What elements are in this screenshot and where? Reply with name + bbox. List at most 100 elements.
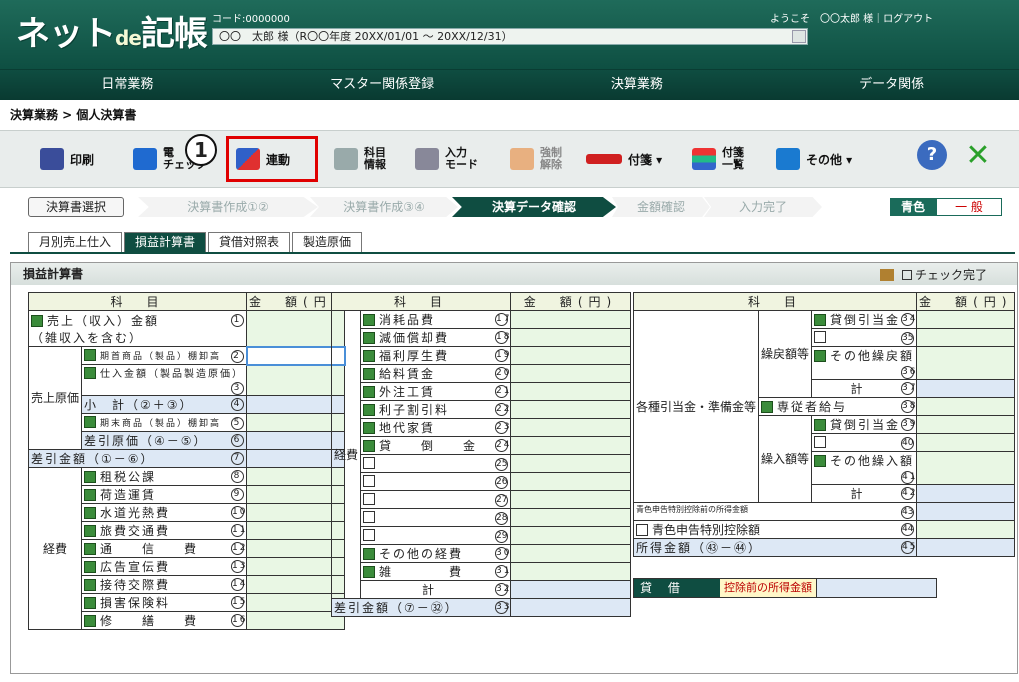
chevron-down-icon[interactable] [792,30,806,43]
input-19[interactable] [510,346,631,365]
input-44[interactable] [916,520,1016,539]
custom-checkbox[interactable] [363,457,376,469]
close-button[interactable]: ✕ [960,140,996,172]
note-icon[interactable] [84,615,97,627]
input-31[interactable] [510,562,631,581]
custom-checkbox[interactable] [814,331,827,343]
input-17[interactable] [510,310,631,329]
note-icon[interactable] [363,440,376,452]
custom-checkbox[interactable] [363,511,376,523]
input-18[interactable] [510,328,631,347]
input-34[interactable] [916,310,1016,329]
note-icon[interactable] [84,416,97,428]
input-37[interactable] [916,379,1016,398]
input-42[interactable] [916,484,1016,503]
check-complete[interactable]: チェック完了 [880,266,987,283]
step-complete[interactable]: 入力完了 [704,197,822,217]
help-button[interactable]: ? [917,140,947,170]
other-button[interactable]: その他 ▾ [776,141,852,177]
fiscal-year-select[interactable]: 〇〇 太郎 様（R〇〇年度 20XX/01/01 ～ 20XX/12/31） [212,28,808,45]
input-35[interactable] [916,328,1016,347]
row-10-num: 10 [231,506,248,519]
row-34-label: 貸倒引当金 [830,313,901,327]
input-23[interactable] [510,418,631,437]
input-41[interactable] [916,451,1016,485]
step-data-check[interactable]: 決算データ確認 [452,197,616,217]
note-icon[interactable] [84,525,97,537]
input-36[interactable] [916,346,1016,380]
custom-checkbox[interactable] [363,493,376,505]
note-icon[interactable] [363,314,376,326]
select-statement-button[interactable]: 決算書選択 [28,197,124,217]
force-release-button[interactable]: 強制 解除 [510,141,562,177]
note-icon[interactable] [814,350,827,362]
menu-settlement[interactable]: 決算業務 [510,70,765,100]
note-icon[interactable] [363,404,376,416]
note-icon[interactable] [761,401,774,413]
note-icon[interactable] [84,367,97,379]
row-30-label: その他の経費 [379,547,464,561]
tab-monthly[interactable]: 月別売上仕入 [28,232,123,252]
note-icon[interactable] [814,314,827,326]
note-icon[interactable] [84,349,97,361]
custom-checkbox[interactable] [363,475,376,487]
note-icon[interactable] [363,386,376,398]
check-complete-checkbox[interactable] [902,270,912,280]
input-28[interactable] [510,508,631,527]
note-icon[interactable] [84,543,97,555]
input-21[interactable] [510,382,631,401]
step-create-12[interactable]: 決算書作成①② [138,197,318,217]
step-create-34[interactable]: 決算書作成③④ [310,197,458,217]
input-27[interactable] [510,490,631,509]
fusen-button[interactable]: 付箋 ▾ [586,141,662,177]
input-32[interactable] [510,580,631,599]
note-icon[interactable] [363,350,376,362]
fusen-list-button[interactable]: 付箋 一覧 [692,141,744,177]
note-icon[interactable] [84,561,97,573]
custom-checkbox[interactable] [636,524,648,536]
tab-cost[interactable]: 製造原価 [292,232,363,252]
note-icon[interactable] [84,597,97,609]
note-icon[interactable] [363,548,376,560]
row-43: 青色申告特別控除前の所得金額 43 [632,502,918,521]
input-38[interactable] [916,397,1016,416]
input-30[interactable] [510,544,631,563]
custom-checkbox[interactable] [814,436,827,448]
input-39[interactable] [916,415,1016,434]
step-amount-check[interactable]: 金額確認 [612,197,710,217]
note-icon[interactable] [31,314,43,327]
input-29[interactable] [510,526,631,545]
input-45[interactable] [916,538,1016,557]
welcome-logout[interactable]: ようこそ 〇〇太郎 様｜ログアウト [770,10,933,25]
input-33[interactable] [510,598,631,617]
note-icon[interactable] [363,566,376,578]
note-icon[interactable] [363,332,376,344]
note-icon[interactable] [814,455,827,467]
input-26[interactable] [510,472,631,491]
note-icon[interactable] [363,422,376,434]
input-22[interactable] [510,400,631,419]
tab-pl[interactable]: 損益計算書 [124,232,207,252]
kasi-input[interactable] [816,579,936,597]
tab-bs[interactable]: 貸借対照表 [208,232,291,252]
note-icon[interactable] [84,489,97,501]
print-button[interactable]: 印刷 [40,141,94,177]
menu-master[interactable]: マスター関係登録 [255,70,510,100]
kamoku-info-button[interactable]: 科目 情報 [334,141,386,177]
input-24[interactable] [510,436,631,455]
input-mode-button[interactable]: 入力 モード [415,141,478,177]
custom-checkbox[interactable] [363,529,376,541]
note-icon[interactable] [84,471,97,483]
note-icon[interactable] [363,368,376,380]
note-icon[interactable] [84,579,97,591]
check-complete-label: チェック完了 [915,268,988,282]
row-17-num: 17 [495,313,512,326]
note-icon[interactable] [84,507,97,519]
input-43[interactable] [916,502,1016,521]
input-25[interactable] [510,454,631,473]
note-icon[interactable] [814,419,827,431]
menu-daily[interactable]: 日常業務 [0,70,255,100]
input-40[interactable] [916,433,1016,452]
input-20[interactable] [510,364,631,383]
menu-data[interactable]: データ関係 [764,70,1019,100]
